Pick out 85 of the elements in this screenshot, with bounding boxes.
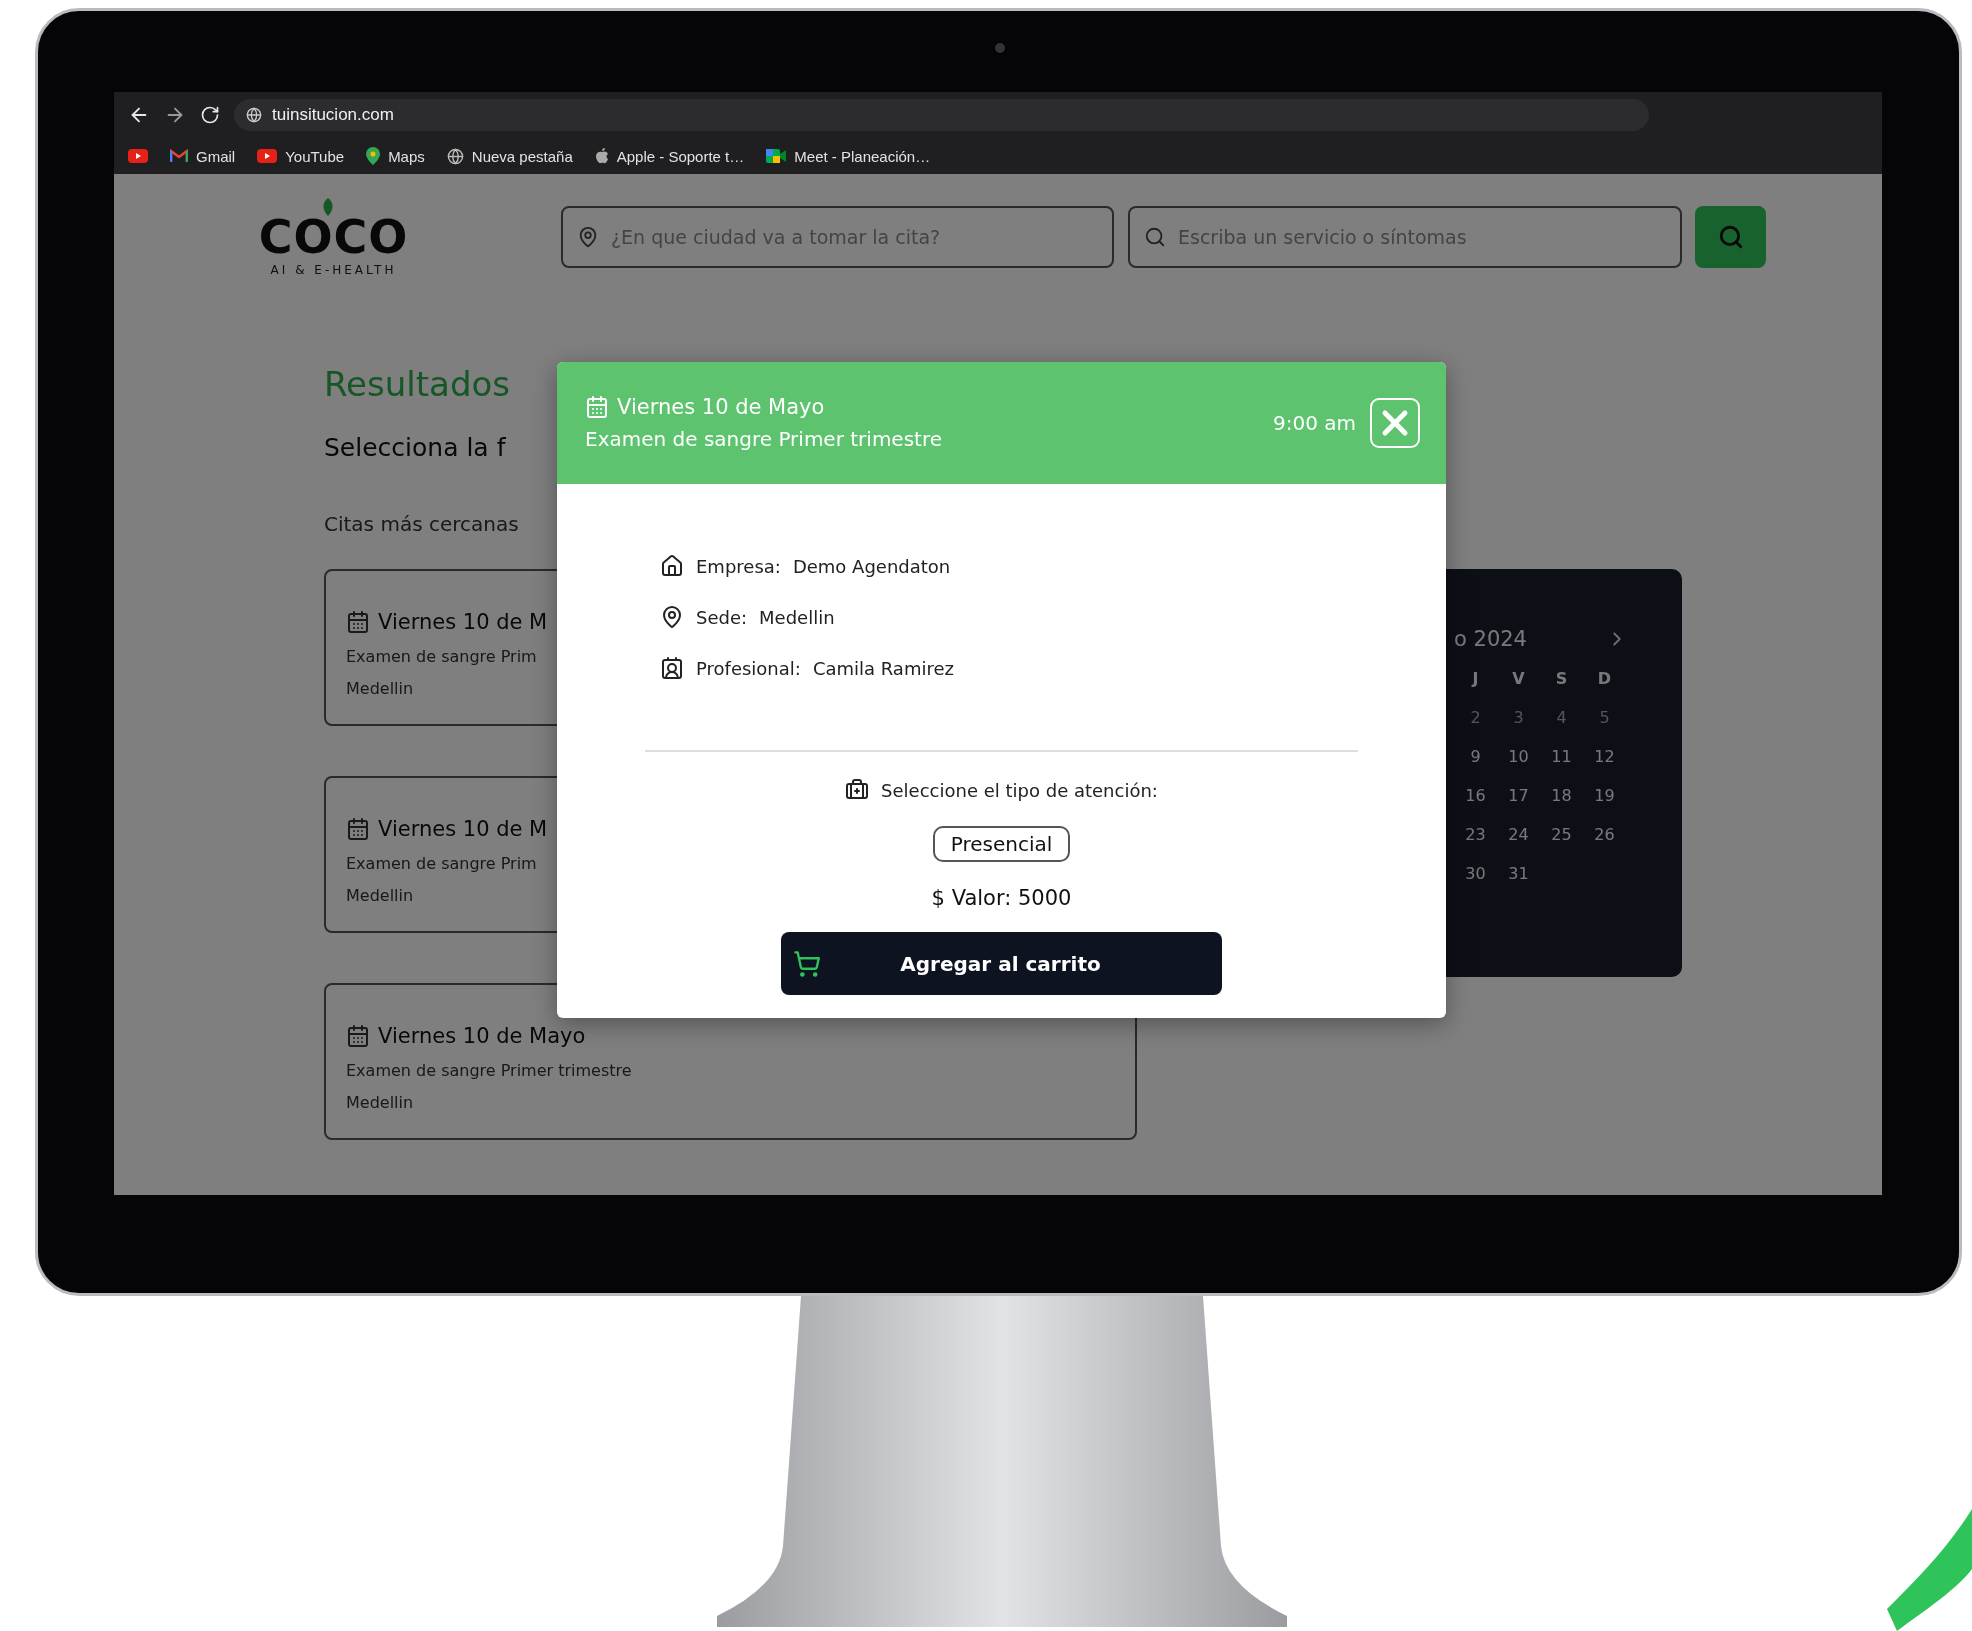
id-badge-icon bbox=[660, 656, 684, 680]
search-icon bbox=[1144, 226, 1166, 248]
map-pin-icon bbox=[660, 605, 684, 629]
calendar-day: 5 bbox=[1583, 708, 1626, 727]
date-heading: Selecciona la f bbox=[324, 432, 506, 464]
address-bar[interactable]: tuinsitucion.com bbox=[234, 99, 1649, 131]
calendar-icon bbox=[346, 817, 370, 841]
map-pin-icon bbox=[577, 226, 599, 248]
calendar-day[interactable]: 10 bbox=[1497, 747, 1540, 766]
detail-label: Profesional: bbox=[696, 657, 801, 679]
globe-icon bbox=[246, 107, 262, 123]
calendar-day[interactable]: 31 bbox=[1497, 864, 1540, 883]
bookmark[interactable]: Gmail bbox=[170, 147, 236, 165]
appointment-location: Medellin bbox=[346, 1093, 414, 1113]
calendar-day[interactable]: 19 bbox=[1583, 786, 1626, 805]
logo-wordmark: COCO bbox=[258, 214, 409, 260]
video-play-icon bbox=[128, 149, 148, 163]
apple-icon bbox=[594, 148, 609, 164]
weekday-label: J bbox=[1470, 669, 1480, 688]
detail-value: Medellin bbox=[759, 606, 835, 628]
bookmark[interactable]: Meet - Planeación… bbox=[766, 147, 931, 165]
calendar-day: 4 bbox=[1540, 708, 1583, 727]
nearest-label: Citas más cercanas bbox=[324, 511, 519, 538]
detail-label: Empresa: bbox=[696, 555, 781, 577]
appointment-date: Viernes 10 de M bbox=[378, 609, 548, 635]
appointment-date: Viernes 10 de M bbox=[378, 816, 548, 842]
appointment-service: Examen de sangre Prim bbox=[346, 854, 537, 874]
search-button[interactable] bbox=[1695, 206, 1766, 268]
calendar-icon bbox=[346, 1024, 370, 1048]
bookmark[interactable] bbox=[128, 149, 148, 163]
bookmark[interactable]: Apple - Soporte t… bbox=[594, 147, 745, 165]
globe-icon bbox=[446, 147, 464, 165]
calendar-day[interactable]: 26 bbox=[1583, 825, 1626, 844]
search-icon bbox=[1717, 224, 1744, 250]
camera-icon bbox=[995, 43, 1005, 53]
cart-icon bbox=[793, 949, 821, 978]
calendar-icon bbox=[346, 610, 370, 634]
dialog-service: Examen de sangre Primer trimestre bbox=[585, 427, 942, 451]
calendar-day[interactable]: 18 bbox=[1540, 786, 1583, 805]
calendar-day[interactable]: 9 bbox=[1454, 747, 1497, 766]
swoosh-icon bbox=[1887, 1509, 1972, 1631]
video-camera-icon bbox=[766, 149, 787, 163]
calendar-day[interactable]: 17 bbox=[1497, 786, 1540, 805]
map-pin-icon bbox=[366, 147, 381, 165]
add-to-cart-button[interactable]: Agregar al carrito bbox=[781, 932, 1222, 995]
appointment-service: Examen de sangre Primer trimestre bbox=[346, 1061, 632, 1081]
calendar-day[interactable]: 23 bbox=[1454, 825, 1497, 844]
calendar-day: 2 bbox=[1454, 708, 1497, 727]
detail-value: Camila Ramirez bbox=[812, 657, 954, 679]
appointment-location: Medellin bbox=[346, 886, 414, 906]
bookmark[interactable]: YouTube bbox=[257, 147, 345, 165]
results-heading: Resultados bbox=[324, 363, 510, 406]
attention-option[interactable]: Presencial bbox=[932, 826, 1071, 862]
logo-tagline: AI & E-HEALTH bbox=[270, 263, 397, 277]
video-play-icon bbox=[257, 149, 278, 163]
weekday-label: S bbox=[1554, 669, 1569, 688]
house-icon bbox=[660, 554, 684, 578]
dialog-date: Viernes 10 de Mayo bbox=[617, 395, 825, 419]
calendar-month: o 2024 bbox=[1454, 627, 1527, 651]
bookmark[interactable]: Nueva pestaña bbox=[446, 147, 573, 165]
calendar-day[interactable]: 11 bbox=[1540, 747, 1583, 766]
dialog-time: 9:00 am bbox=[1273, 411, 1356, 435]
appointment-date: Viernes 10 de Mayo bbox=[378, 1023, 586, 1049]
appointment-location: Medellin bbox=[346, 679, 414, 699]
attention-prompt: Seleccione el tipo de atención: bbox=[881, 779, 1158, 801]
mail-icon bbox=[170, 149, 188, 163]
city-field[interactable]: ¿En que ciudad va a tomar la cita? bbox=[561, 206, 1114, 268]
calendar-icon bbox=[585, 395, 609, 419]
calendar-day[interactable]: 24 bbox=[1497, 825, 1540, 844]
weekday-label: V bbox=[1511, 669, 1526, 688]
calendar-day[interactable]: 12 bbox=[1583, 747, 1626, 766]
url-text: tuinsitucion.com bbox=[272, 105, 394, 125]
service-field[interactable]: Escriba un servicio o síntomas bbox=[1128, 206, 1682, 268]
calendar-day: 3 bbox=[1497, 708, 1540, 727]
price-text: $ Valor: 5000 bbox=[931, 886, 1072, 910]
appointment-service: Examen de sangre Prim bbox=[346, 647, 537, 667]
weekday-label: D bbox=[1596, 669, 1613, 688]
calendar-day[interactable]: 30 bbox=[1454, 864, 1497, 883]
detail-label: Sede: bbox=[696, 606, 748, 628]
calendar-day[interactable]: 16 bbox=[1454, 786, 1497, 805]
calendar-day[interactable]: 25 bbox=[1540, 825, 1583, 844]
reload-icon[interactable] bbox=[200, 105, 220, 125]
bookmark[interactable]: Maps bbox=[366, 147, 425, 165]
detail-value: Demo Agendaton bbox=[792, 555, 951, 577]
medical-case-icon bbox=[845, 778, 870, 802]
